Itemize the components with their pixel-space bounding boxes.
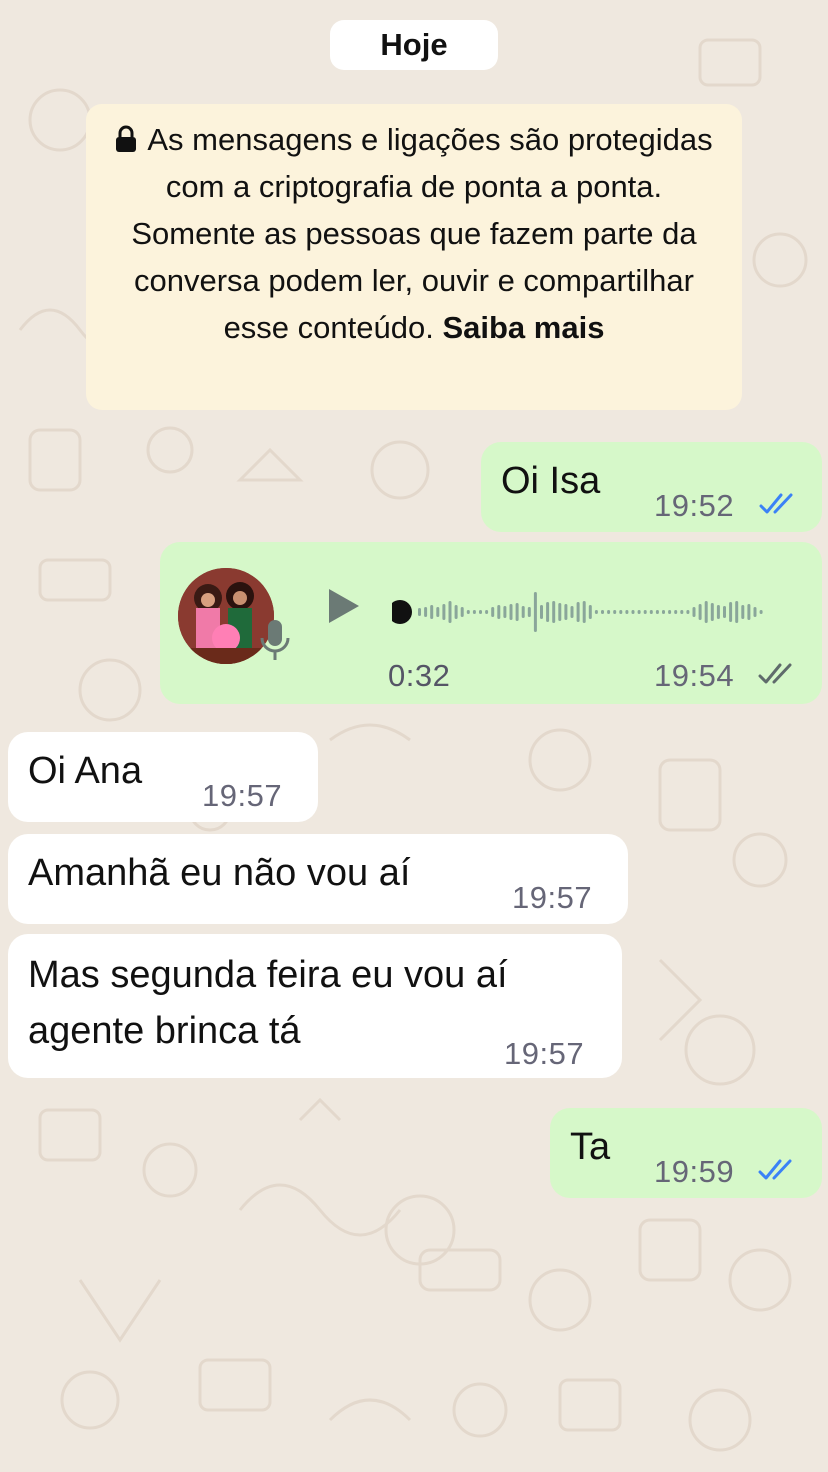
message-text: Oi Ana xyxy=(28,750,143,792)
waveform-bar xyxy=(527,607,531,617)
waveform-bar xyxy=(680,610,684,614)
waveform-bar xyxy=(436,607,440,617)
waveform-bar xyxy=(674,610,678,614)
waveform-bar xyxy=(472,610,476,614)
message-time: 19:57 xyxy=(512,880,593,915)
waveform-bar xyxy=(619,610,623,614)
waveform-bar xyxy=(753,607,757,617)
waveform-bar xyxy=(601,610,604,614)
waveform-bar xyxy=(594,610,598,614)
waveform-bar xyxy=(631,610,635,614)
waveform-bar xyxy=(735,601,739,623)
waveform-bar xyxy=(497,605,501,619)
waveform-bar xyxy=(723,606,726,618)
encryption-notice[interactable]: As mensagens e ligações são protegidas c… xyxy=(86,104,742,410)
waveform-bar xyxy=(442,604,446,620)
microphone-icon xyxy=(260,620,290,660)
learn-more-link[interactable]: Saiba mais xyxy=(442,310,604,345)
message-time: 19:59 xyxy=(654,1154,735,1189)
waveform-bar xyxy=(637,610,641,614)
waveform-bar xyxy=(668,610,672,614)
voice-duration: 0:32 xyxy=(388,658,451,693)
message-time: 19:57 xyxy=(504,1036,585,1071)
waveform-bar xyxy=(692,607,696,617)
waveform-bar xyxy=(686,610,690,614)
waveform-bar xyxy=(643,610,647,614)
waveform-bar xyxy=(466,610,470,614)
outgoing-message[interactable]: Oi Isa 19:52 xyxy=(481,442,822,532)
incoming-message[interactable]: Mas segunda feira eu vou aí agente brinc… xyxy=(8,934,622,1078)
lock-icon xyxy=(116,125,137,152)
waveform-bar xyxy=(430,605,434,619)
delivered-receipt-icon xyxy=(758,663,792,684)
waveform-bar xyxy=(479,610,482,614)
waveform-bar xyxy=(552,601,556,623)
message-time: 19:57 xyxy=(202,778,283,813)
waveform-bar xyxy=(649,610,653,614)
message-time: 19:52 xyxy=(654,488,735,523)
waveform-bar xyxy=(454,605,458,619)
voice-waveform[interactable] xyxy=(392,578,792,638)
waveform-bar xyxy=(448,601,452,623)
waveform-bar xyxy=(491,607,495,617)
waveform-bar xyxy=(424,607,428,617)
waveform-bar xyxy=(564,604,568,620)
waveform-bar xyxy=(418,608,421,616)
waveform-bar xyxy=(521,606,525,618)
waveform-bar xyxy=(540,605,543,619)
waveform-bar xyxy=(716,605,720,619)
voice-message[interactable]: 0:32 19:54 xyxy=(160,542,822,704)
waveform-bar xyxy=(582,601,586,623)
waveform-bar xyxy=(625,610,629,614)
waveform-bar xyxy=(759,610,763,614)
message-text: Oi Isa xyxy=(501,460,601,502)
waveform-bar xyxy=(710,603,714,621)
waveform-bar xyxy=(662,610,665,614)
waveform-bar xyxy=(509,604,513,620)
encryption-notice-text: As mensagens e ligações são protegidas c… xyxy=(131,122,713,345)
waveform-bar xyxy=(704,601,708,623)
message-text-line-2: agente brinca tá xyxy=(28,1010,301,1052)
waveform-bar xyxy=(588,605,592,619)
message-time: 19:54 xyxy=(654,658,735,693)
read-receipt-icon xyxy=(759,493,793,514)
waveform-bar xyxy=(576,602,580,622)
voice-progress-dot[interactable] xyxy=(392,600,412,624)
waveform-bar xyxy=(698,604,702,620)
waveform-bar xyxy=(515,603,519,621)
date-separator: Hoje xyxy=(330,20,498,70)
incoming-message[interactable]: Amanhã eu não vou aí 19:57 xyxy=(8,834,628,924)
waveform-bar xyxy=(546,602,550,622)
waveform-bar xyxy=(485,610,489,614)
message-text: Amanhã eu não vou aí xyxy=(28,852,411,894)
waveform-bar xyxy=(607,610,611,614)
waveform-bar xyxy=(747,604,751,620)
waveform-bar xyxy=(655,610,659,614)
outgoing-message[interactable]: Ta 19:59 xyxy=(550,1108,822,1198)
waveform-bar xyxy=(741,605,745,619)
waveform-bar xyxy=(729,602,733,622)
message-text-line-1: Mas segunda feira eu vou aí xyxy=(28,954,508,996)
waveform-bar xyxy=(558,603,562,621)
message-text: Ta xyxy=(570,1126,611,1168)
waveform-bar xyxy=(613,610,617,614)
waveform-bar xyxy=(570,606,574,618)
waveform-bar xyxy=(460,607,464,617)
play-icon[interactable] xyxy=(326,586,362,626)
waveform-bar xyxy=(503,606,507,618)
read-receipt-icon xyxy=(758,1159,792,1180)
incoming-message[interactable]: Oi Ana 19:57 xyxy=(8,732,318,822)
waveform-bar xyxy=(533,592,537,632)
